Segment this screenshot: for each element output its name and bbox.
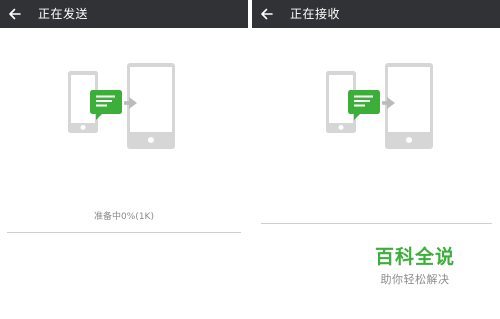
- transfer-illustration-receiving: [326, 63, 438, 153]
- arrow-left-icon: [9, 8, 21, 20]
- send-progress-status: 准备中0%(1K): [94, 212, 154, 222]
- send-progress-track: [7, 232, 241, 233]
- sending-screen: 正在发送 准备中0%(1K): [0, 0, 248, 319]
- sending-back-button[interactable]: [4, 0, 26, 28]
- screenshot-canvas: 正在发送 准备中0%(1K) 正在接收 百科全说 助你轻松解决: [0, 0, 500, 319]
- watermark-subtitle: 助你轻松解决: [380, 273, 450, 286]
- sending-page-title: 正在发送: [38, 7, 89, 21]
- sending-topbar: 正在发送: [0, 0, 248, 28]
- receive-progress-track: [261, 223, 492, 224]
- receiving-topbar: 正在接收: [252, 0, 500, 28]
- receiving-back-button[interactable]: [256, 0, 278, 28]
- watermark-logo: 百科全说 助你轻松解决: [360, 246, 470, 286]
- transfer-illustration-sending: [68, 63, 180, 153]
- tablet-icon: [385, 63, 433, 149]
- receiving-page-title: 正在接收: [290, 7, 341, 21]
- watermark-title: 百科全说: [374, 246, 455, 268]
- arrow-left-icon: [261, 8, 273, 20]
- tablet-icon: [127, 63, 175, 149]
